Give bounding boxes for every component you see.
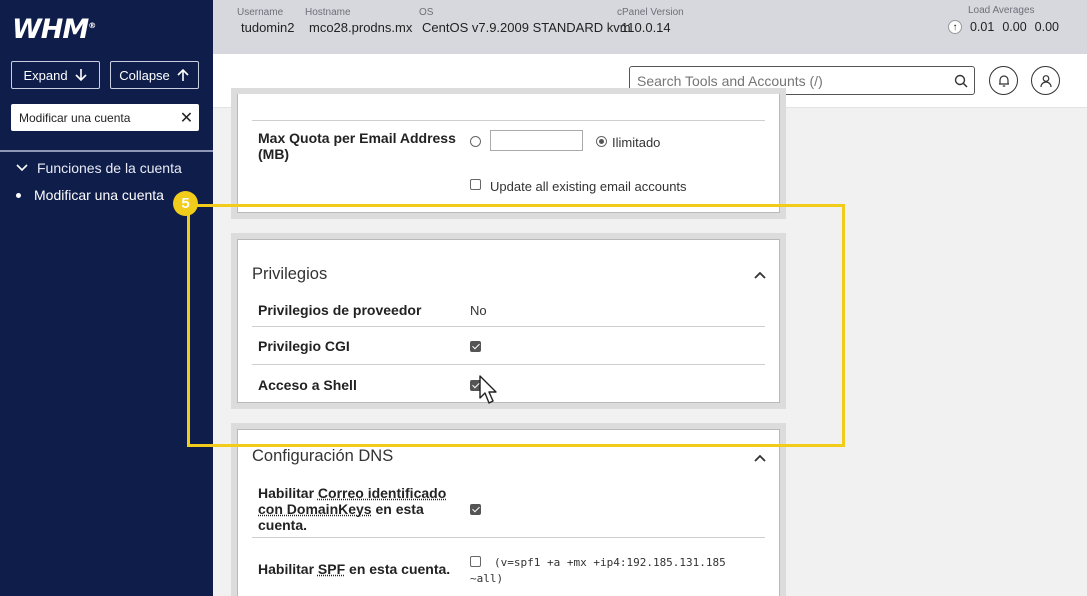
hostname-info: Hostname mco28.prodns.mx <box>305 7 412 35</box>
unlimited-label: Ilimitado <box>612 135 661 150</box>
logo-text: WHM <box>12 14 89 45</box>
hostname-value: mco28.prodns.mx <box>309 20 413 35</box>
tools-search-input[interactable] <box>630 72 948 89</box>
whm-logo[interactable]: WHM® <box>12 14 96 45</box>
notifications-button[interactable] <box>989 66 1018 95</box>
quota-input[interactable] <box>490 130 583 151</box>
sidebar-search: ✕ <box>11 104 199 131</box>
search-icon[interactable] <box>948 74 974 88</box>
arrow-up-circle-icon: ↑ <box>947 20 962 34</box>
load-averages: Load Averages ↑ 0.01 0.00 0.00 <box>947 5 1059 34</box>
reseller-privileges-label: Privilegios de proveedor <box>258 302 422 318</box>
spf-record-line-1: (v=spf1 +a +mx +ip4:192.185.131.185 <box>494 556 726 569</box>
dkim-label-prefix: Habilitar <box>258 485 318 501</box>
collapse-button[interactable]: Collapse <box>110 61 199 89</box>
user-menu-button[interactable] <box>1031 66 1060 95</box>
spf-help-link[interactable]: SPF <box>318 561 345 577</box>
sidebar-group-account-functions[interactable]: Funciones de la cuenta <box>16 160 182 176</box>
os-label: OS <box>419 7 434 18</box>
sidebar-search-input[interactable] <box>11 104 174 131</box>
spf-label-prefix: Habilitar <box>258 561 318 577</box>
chevron-down-icon <box>16 164 28 172</box>
os-info: OS CentOS v7.9.2009 STANDARD kvm <box>419 7 631 35</box>
quota-unlimited-radio[interactable] <box>596 136 607 147</box>
update-all-label: Update all existing email accounts <box>490 179 687 194</box>
username-label: Username <box>237 7 284 18</box>
dns-settings-title: Configuración DNS <box>252 447 394 465</box>
load-averages-label: Load Averages <box>967 5 1035 16</box>
cgi-privilege-label: Privilegio CGI <box>258 338 350 354</box>
arrow-down-icon <box>74 69 87 82</box>
privileges-title: Privilegios <box>252 265 328 283</box>
cgi-privilege-checkbox[interactable] <box>470 341 481 352</box>
divider <box>252 364 765 365</box>
divider <box>252 326 765 327</box>
sidebar-item-modify-account[interactable]: Modificar una cuenta <box>16 187 164 203</box>
privileges-panel: Privilegios Privilegios de proveedor No … <box>231 233 786 409</box>
sidebar-divider <box>0 150 213 152</box>
hostname-label: Hostname <box>305 7 351 18</box>
chevron-up-icon[interactable] <box>753 268 767 282</box>
clear-search-icon[interactable]: ✕ <box>174 104 199 131</box>
expand-button[interactable]: Expand <box>11 61 100 89</box>
email-quota-panel: Max Quota per Email Address (MB) Ilimita… <box>231 88 786 219</box>
update-all-checkbox[interactable] <box>470 179 481 190</box>
reseller-privileges-value: No <box>470 303 487 318</box>
sidebar-group-label: Funciones de la cuenta <box>37 160 182 176</box>
shell-access-checkbox[interactable] <box>470 380 481 391</box>
bullet-icon <box>16 192 21 198</box>
arrow-up-icon <box>177 68 189 81</box>
dkim-checkbox[interactable] <box>470 504 481 515</box>
username-info: Username tudomin2 <box>237 7 294 35</box>
logo-mark: ® <box>88 21 96 30</box>
load-1: 0.01 <box>969 20 995 34</box>
cpanel-version-value: 110.0.14 <box>621 20 671 35</box>
collapse-label: Collapse <box>119 67 170 83</box>
load-3: 0.00 <box>1034 20 1059 34</box>
user-icon <box>1039 74 1052 87</box>
chevron-up-icon[interactable] <box>753 451 767 465</box>
spf-label-suffix: en esta cuenta. <box>345 561 451 577</box>
spf-label: Habilitar SPF en esta cuenta. <box>258 561 450 577</box>
dkim-label: Habilitar Correo identificado con Domain… <box>258 485 448 533</box>
quota-custom-radio[interactable] <box>470 136 481 147</box>
sidebar-item-label: Modificar una cuenta <box>34 187 164 203</box>
username-value: tudomin2 <box>241 20 295 35</box>
bell-icon <box>998 74 1009 87</box>
main-content: Max Quota per Email Address (MB) Ilimita… <box>213 88 1087 596</box>
server-info-bar: Username tudomin2 Hostname mco28.prodns.… <box>213 0 1087 54</box>
divider <box>252 120 765 121</box>
spf-checkbox[interactable] <box>470 556 481 567</box>
cpanel-version-label: cPanel Version <box>617 7 684 18</box>
spf-record-line-2: ~all) <box>470 572 504 585</box>
expand-label: Expand <box>23 67 68 83</box>
load-2: 0.00 <box>1002 20 1027 34</box>
os-value: CentOS v7.9.2009 STANDARD kvm <box>422 20 631 35</box>
max-quota-label: Max Quota per Email Address (MB) <box>258 130 456 162</box>
sidebar: WHM® Expand Collapse ✕ Funciones de la c… <box>0 0 213 596</box>
cpanel-version-info: cPanel Version 110.0.14 <box>617 7 684 35</box>
step-badge: 5 <box>173 191 198 216</box>
divider <box>252 537 765 538</box>
dns-settings-panel: Configuración DNS Habilitar Correo ident… <box>231 423 786 596</box>
shell-access-label: Acceso a Shell <box>258 377 357 393</box>
